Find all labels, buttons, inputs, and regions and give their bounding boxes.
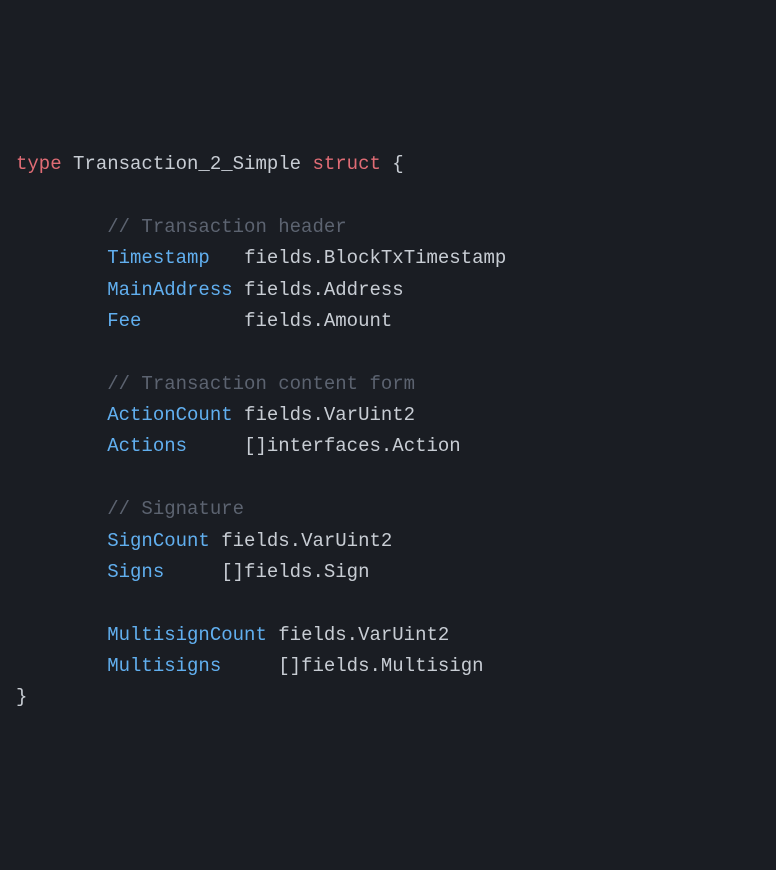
comment-line: // Transaction content form <box>16 369 760 400</box>
field-type: fields.Amount <box>244 310 392 332</box>
comment-line: // Transaction header <box>16 212 760 243</box>
field-line: Multisigns []fields.Multisign <box>16 651 760 682</box>
field-name: Timestamp <box>107 247 210 269</box>
struct-keyword: struct <box>312 153 380 175</box>
field-name: Fee <box>107 310 141 332</box>
comment-line: // Signature <box>16 494 760 525</box>
field-name: SignCount <box>107 530 210 552</box>
field-name: ActionCount <box>107 404 232 426</box>
blank-line <box>16 588 760 619</box>
brace-close: } <box>16 686 27 708</box>
brace-open: { <box>392 153 403 175</box>
struct-name: Transaction_2_Simple <box>73 153 301 175</box>
field-type: fields.VarUint2 <box>278 624 449 646</box>
comment: // Transaction content form <box>107 373 415 395</box>
field-line: SignCount fields.VarUint2 <box>16 526 760 557</box>
field-name: MultisignCount <box>107 624 267 646</box>
blank-line <box>16 463 760 494</box>
field-name: Signs <box>107 561 164 583</box>
blank-line <box>16 181 760 212</box>
field-type: fields.VarUint2 <box>221 530 392 552</box>
field-type: []interfaces.Action <box>244 435 461 457</box>
field-type: fields.BlockTxTimestamp <box>244 247 506 269</box>
comment: // Transaction header <box>107 216 346 238</box>
field-line: ActionCount fields.VarUint2 <box>16 400 760 431</box>
field-type: []fields.Sign <box>221 561 369 583</box>
field-line: Timestamp fields.BlockTxTimestamp <box>16 243 760 274</box>
field-line: Signs []fields.Sign <box>16 557 760 588</box>
field-name: Actions <box>107 435 187 457</box>
field-line: Actions []interfaces.Action <box>16 431 760 462</box>
struct-decl-close: } <box>16 682 760 713</box>
field-type: fields.VarUint2 <box>244 404 415 426</box>
blank-line <box>16 337 760 368</box>
type-keyword: type <box>16 153 62 175</box>
field-line: Fee fields.Amount <box>16 306 760 337</box>
field-line: MultisignCount fields.VarUint2 <box>16 620 760 651</box>
field-name: MainAddress <box>107 279 232 301</box>
struct-decl-open: type Transaction_2_Simple struct { <box>16 149 760 180</box>
field-type: fields.Address <box>244 279 404 301</box>
field-type: []fields.Multisign <box>278 655 483 677</box>
struct-body: // Transaction header Timestamp fields.B… <box>16 181 760 683</box>
field-line: MainAddress fields.Address <box>16 275 760 306</box>
field-name: Multisigns <box>107 655 221 677</box>
comment: // Signature <box>107 498 244 520</box>
